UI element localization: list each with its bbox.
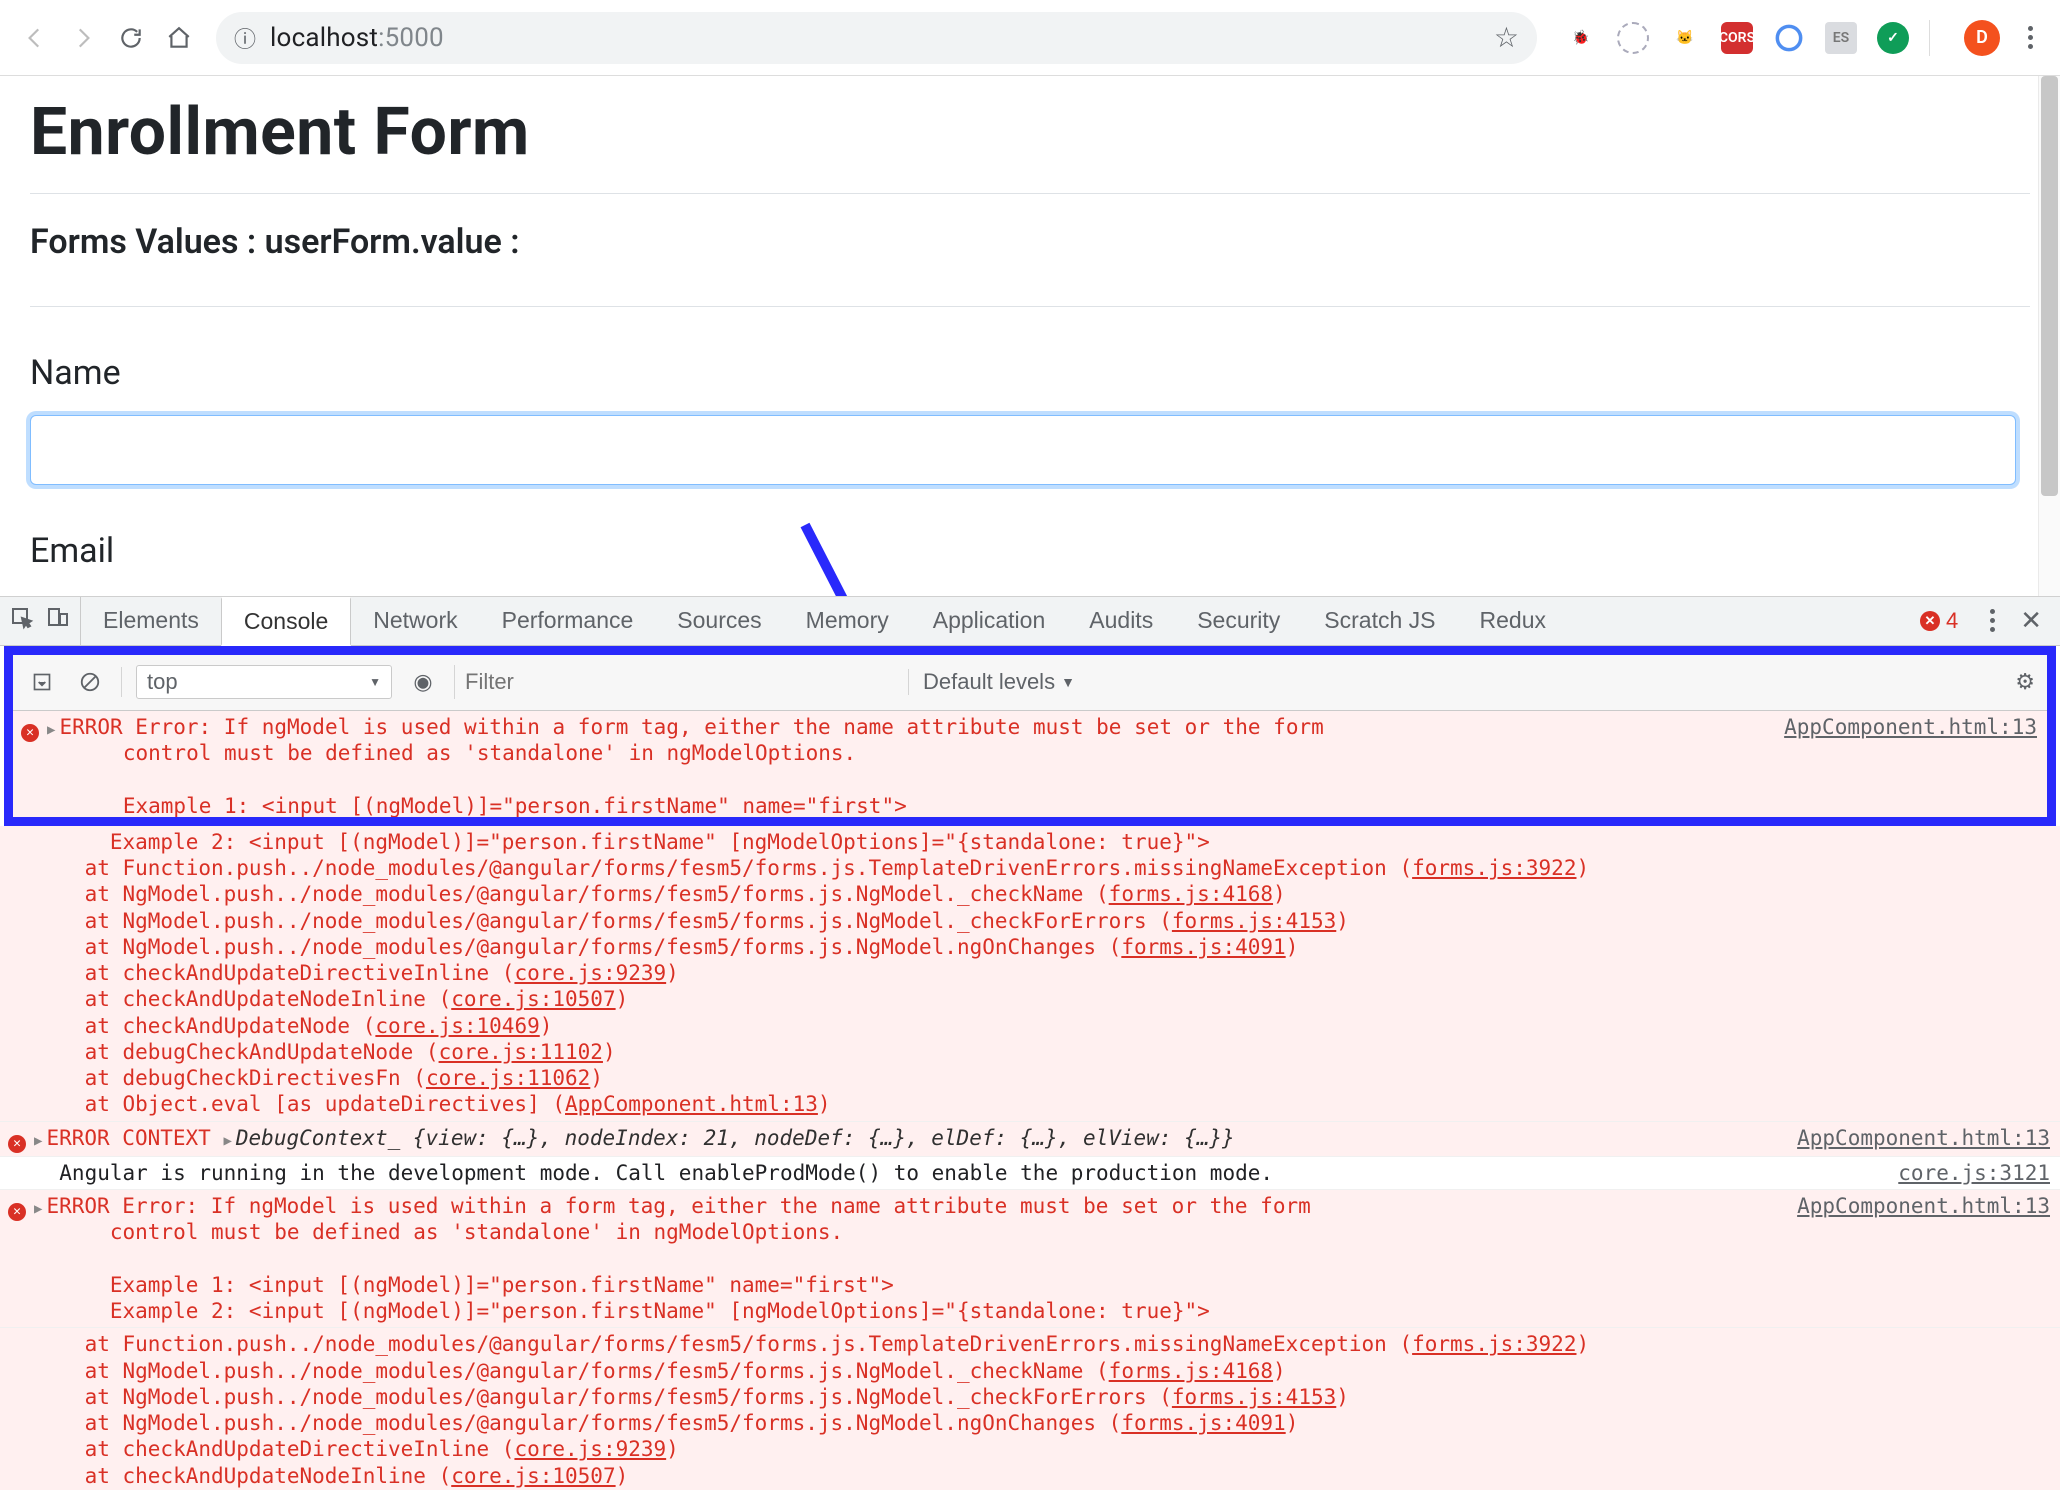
error-icon: ✕	[8, 1203, 26, 1221]
devtools-tab-memory[interactable]: Memory	[784, 597, 911, 645]
annotation-highlight-box: top▼ ◉ Default levels▼ ⚙ ✕ ▶ERROR Error:…	[4, 646, 2056, 826]
log-levels-select[interactable]: Default levels▼	[908, 669, 1075, 695]
home-button[interactable]	[160, 19, 198, 57]
error-source-link[interactable]: AppComponent.html:13	[1770, 714, 2037, 817]
error-stack: Example 2: <input [(ngModel)]="person.fi…	[34, 829, 2036, 1118]
url-text: localhost:5000	[270, 23, 444, 53]
live-expression-button[interactable]: ◉	[406, 665, 440, 699]
devtools-menu-button[interactable]	[1978, 607, 2006, 635]
error-message: ▶ERROR Error: If ngModel is used within …	[47, 714, 1770, 817]
address-bar[interactable]: ⓘ localhost:5000 ☆	[216, 12, 1537, 64]
error-icon: ✕	[8, 1135, 26, 1153]
ext-green-icon[interactable]: ✓	[1877, 22, 1909, 54]
avatar[interactable]: D	[1964, 20, 2000, 56]
devtools-tab-audits[interactable]: Audits	[1067, 597, 1175, 645]
ext-circle-icon[interactable]	[1617, 22, 1649, 54]
console-error-continuation: at Function.push../node_modules/@angular…	[0, 1328, 2060, 1490]
toolbar-divider	[1929, 20, 1930, 56]
name-input[interactable]	[30, 415, 2016, 485]
site-info-icon[interactable]: ⓘ	[234, 22, 256, 54]
disclosure-triangle-icon[interactable]: ▶	[223, 1133, 231, 1151]
devtools-tab-bar: ElementsConsoleNetworkPerformanceSources…	[0, 596, 2060, 646]
ext-octocat-icon[interactable]: 🐱	[1669, 22, 1701, 54]
devtools-tab-network[interactable]: Network	[351, 597, 479, 645]
devtools-tab-scratch-js[interactable]: Scratch JS	[1302, 597, 1457, 645]
reload-button[interactable]	[112, 19, 150, 57]
inspect-element-icon[interactable]	[10, 606, 34, 636]
device-toggle-icon[interactable]	[46, 606, 70, 636]
console-settings-icon[interactable]: ⚙	[2015, 669, 2035, 695]
devtools-tab-application[interactable]: Application	[911, 597, 1068, 645]
console-toolbar: top▼ ◉ Default levels▼ ⚙	[13, 655, 2047, 711]
console-error-row[interactable]: ✕ ▶ERROR Error: If ngModel is used withi…	[13, 711, 2047, 817]
nav-back-button[interactable]	[16, 19, 54, 57]
devtools-tab-security[interactable]: Security	[1175, 597, 1302, 645]
bookmark-star-icon[interactable]: ☆	[1494, 21, 1519, 54]
title-divider	[30, 193, 2030, 194]
name-label: Name	[30, 353, 2030, 393]
error-source-link[interactable]: AppComponent.html:13	[1783, 1193, 2050, 1324]
nav-forward-button[interactable]	[64, 19, 102, 57]
devtools-tab-elements[interactable]: Elements	[81, 597, 221, 645]
log-source-link[interactable]: core.js:3121	[1884, 1160, 2050, 1186]
error-context-message: ▶ERROR CONTEXT ▶DebugContext_ {view: {…}…	[34, 1125, 1783, 1153]
disclosure-triangle-icon[interactable]: ▶	[47, 722, 55, 740]
console-error-continuation: Example 2: <input [(ngModel)]="person.fi…	[0, 826, 2060, 1122]
extensions-tray: 🐞 🐱 CORS ES ✓	[1555, 22, 1909, 54]
devtools-close-button[interactable]: ✕	[2020, 605, 2042, 636]
email-label: Email	[30, 531, 2030, 571]
error-message: ▶ERROR Error: If ngModel is used within …	[34, 1193, 1783, 1324]
page-title: Enrollment Form	[30, 94, 2030, 171]
devtools-panel: ElementsConsoleNetworkPerformanceSources…	[0, 596, 2060, 1490]
console-error-context-row[interactable]: ✕ ▶ERROR CONTEXT ▶DebugContext_ {view: {…	[0, 1122, 2060, 1157]
console-log-row[interactable]: Angular is running in the development mo…	[0, 1157, 2060, 1190]
clear-console-button[interactable]	[73, 665, 107, 699]
ext-cors-icon[interactable]: CORS	[1721, 22, 1753, 54]
ext-es-icon[interactable]: ES	[1825, 22, 1857, 54]
error-source-link[interactable]: AppComponent.html:13	[1783, 1125, 2050, 1153]
log-message: Angular is running in the development mo…	[34, 1160, 1884, 1186]
page-content: Enrollment Form Forms Values : userForm.…	[0, 76, 2060, 571]
devtools-tab-console[interactable]: Console	[221, 597, 351, 646]
section-divider	[30, 306, 2030, 307]
console-output[interactable]: Example 2: <input [(ngModel)]="person.fi…	[0, 826, 2060, 1490]
error-icon: ✕	[21, 724, 39, 742]
page-scrollbar[interactable]	[2038, 76, 2060, 596]
error-count-badge[interactable]: ✕4	[1920, 608, 1958, 634]
context-selector[interactable]: top▼	[136, 665, 392, 699]
devtools-tab-performance[interactable]: Performance	[480, 597, 656, 645]
browser-toolbar: ⓘ localhost:5000 ☆ 🐞 🐱 CORS ES ✓ D	[0, 0, 2060, 76]
console-filter-input[interactable]	[454, 665, 894, 699]
disclosure-triangle-icon[interactable]: ▶	[34, 1133, 42, 1151]
console-error-row[interactable]: ✕ ▶ERROR Error: If ngModel is used withi…	[0, 1190, 2060, 1328]
disclosure-triangle-icon[interactable]: ▶	[34, 1201, 42, 1219]
devtools-tab-sources[interactable]: Sources	[655, 597, 783, 645]
forms-values-label: Forms Values : userForm.value :	[30, 222, 2030, 262]
devtools-tab-redux[interactable]: Redux	[1458, 597, 1568, 645]
browser-menu-button[interactable]	[2016, 24, 2044, 52]
error-stack: at Function.push../node_modules/@angular…	[34, 1331, 2036, 1489]
ext-ladybug-icon[interactable]: 🐞	[1565, 22, 1597, 54]
avatar-letter: D	[1976, 27, 1988, 48]
console-sidebar-toggle[interactable]	[25, 665, 59, 699]
ext-blue-icon[interactable]	[1773, 22, 1805, 54]
